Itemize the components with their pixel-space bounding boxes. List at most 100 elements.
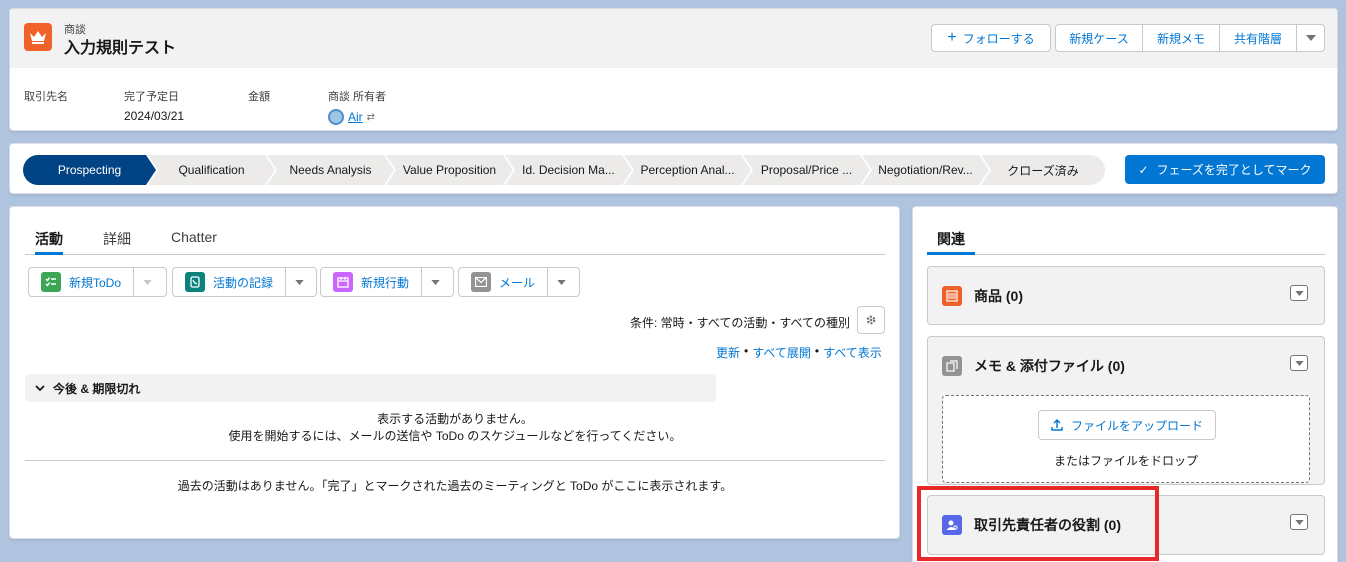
related-list-menu[interactable] bbox=[1290, 285, 1308, 301]
related-list-menu[interactable] bbox=[1290, 355, 1308, 371]
follow-button[interactable]: + フォローする bbox=[931, 24, 1051, 52]
path-stages: Prospecting Qualification Needs Analysis… bbox=[23, 155, 1105, 185]
new-task-dropdown[interactable] bbox=[133, 268, 161, 296]
related-list-title[interactable]: メモ & 添付ファイル (0) bbox=[974, 356, 1125, 376]
new-task-publisher: 新規ToDo bbox=[28, 267, 167, 297]
chevron-down-icon bbox=[143, 279, 152, 285]
avatar bbox=[328, 109, 344, 125]
empty-line-2: 使用を開始するには、メールの送信や ToDo のスケジュールなどを行ってください… bbox=[228, 429, 682, 443]
more-actions-button[interactable] bbox=[1296, 24, 1325, 52]
product-icon bbox=[942, 286, 962, 306]
owner-value: Air ⇄ bbox=[328, 109, 386, 125]
stage-proposal-price[interactable]: Proposal/Price ... bbox=[743, 155, 870, 185]
no-activities-message: 表示する活動がありません。 使用を開始するには、メールの送信や ToDo のスケ… bbox=[25, 411, 885, 445]
new-event-publisher: 新規行動 bbox=[320, 267, 454, 297]
timeline-links: 更新 • すべて展開 • すべて表示 bbox=[716, 344, 882, 361]
mark-complete-label: フェーズを完了としてマーク bbox=[1156, 163, 1312, 177]
stage-value-proposition[interactable]: Value Proposition bbox=[386, 155, 513, 185]
new-event-dropdown[interactable] bbox=[421, 268, 449, 296]
record-title: 入力規則テスト bbox=[64, 40, 177, 57]
new-task-label: 新規ToDo bbox=[69, 275, 122, 290]
calendar-icon bbox=[333, 272, 353, 292]
stage-closed[interactable]: クローズ済み bbox=[981, 155, 1105, 185]
tab-activity[interactable]: 活動 bbox=[35, 225, 63, 255]
chevron-down-icon bbox=[1305, 35, 1316, 41]
files-icon bbox=[942, 356, 962, 376]
related-list-products: 商品 (0) bbox=[927, 266, 1325, 325]
new-case-button[interactable]: 新規ケース bbox=[1055, 24, 1143, 52]
new-event-label: 新規行動 bbox=[361, 275, 410, 290]
email-button[interactable]: メール bbox=[459, 268, 547, 296]
chevron-down-icon bbox=[431, 279, 440, 285]
field-close-date: 完了予定日 2024/03/21 bbox=[124, 88, 184, 123]
separator: • bbox=[744, 344, 749, 358]
opportunity-crown-icon bbox=[24, 23, 52, 51]
stage-perception-analysis[interactable]: Perception Anal... bbox=[624, 155, 751, 185]
new-note-button[interactable]: 新規メモ bbox=[1142, 24, 1220, 52]
change-owner-icon[interactable]: ⇄ bbox=[367, 112, 375, 123]
sharing-hierarchy-button[interactable]: 共有階層 bbox=[1219, 24, 1297, 52]
file-dropzone[interactable]: ファイルをアップロード またはファイルをドロップ bbox=[942, 395, 1310, 483]
related-list-menu[interactable] bbox=[1290, 514, 1308, 530]
email-dropdown[interactable] bbox=[547, 268, 575, 296]
stage-qualification[interactable]: Qualification bbox=[148, 155, 275, 185]
activity-panel: 活動 詳細 Chatter 新規ToDo 活動の記録 新規行動 メール 条件: … bbox=[9, 206, 900, 539]
field-owner: 商談 所有者 Air ⇄ bbox=[328, 88, 386, 125]
view-all-link[interactable]: すべて表示 bbox=[823, 344, 882, 361]
log-call-label: 活動の記録 bbox=[213, 275, 274, 290]
related-list-title[interactable]: 商品 (0) bbox=[974, 286, 1023, 306]
header-top: 商談 入力規則テスト + フォローする 新規ケース 新規メモ 共有階層 bbox=[10, 9, 1337, 68]
highlight-box bbox=[917, 486, 1159, 561]
new-task-button[interactable]: 新規ToDo bbox=[29, 268, 133, 296]
refresh-link[interactable]: 更新 bbox=[716, 344, 740, 361]
upload-label: ファイルをアップロード bbox=[1070, 418, 1203, 433]
chevron-down-icon bbox=[1294, 360, 1304, 366]
related-list-header: メモ & 添付ファイル (0) bbox=[928, 337, 1324, 395]
empty-line-1: 表示する活動がありません。 bbox=[377, 412, 533, 426]
tab-details[interactable]: 詳細 bbox=[103, 225, 131, 254]
related-list-notes-attachments: メモ & 添付ファイル (0) ファイルをアップロード またはファイルをドロップ bbox=[927, 336, 1325, 485]
email-label: メール bbox=[499, 275, 536, 290]
log-call-publisher: 活動の記録 bbox=[172, 267, 317, 297]
field-amount: 金額 bbox=[248, 88, 270, 104]
stage-id-decision-makers[interactable]: Id. Decision Ma... bbox=[505, 155, 632, 185]
chevron-down-icon bbox=[1294, 519, 1304, 525]
stage-prospecting[interactable]: Prospecting bbox=[23, 155, 156, 185]
filter-settings-button[interactable] bbox=[857, 306, 885, 334]
upload-icon bbox=[1051, 419, 1063, 431]
field-label: 取引先名 bbox=[24, 91, 68, 103]
record-header: 商談 入力規則テスト + フォローする 新規ケース 新規メモ 共有階層 取引先名… bbox=[9, 8, 1338, 131]
phone-icon bbox=[185, 272, 205, 292]
chevron-down-icon bbox=[1294, 290, 1304, 296]
tab-chatter[interactable]: Chatter bbox=[171, 225, 217, 254]
field-account-name: 取引先名 bbox=[24, 88, 68, 104]
field-value: 2024/03/21 bbox=[124, 109, 185, 123]
stage-needs-analysis[interactable]: Needs Analysis bbox=[267, 155, 394, 185]
field-label: 完了予定日 bbox=[124, 91, 179, 103]
separator: • bbox=[814, 344, 820, 358]
chevron-down-icon bbox=[35, 384, 45, 391]
log-call-button[interactable]: 活動の記録 bbox=[173, 268, 285, 296]
chevron-down-icon bbox=[557, 279, 566, 285]
drop-files-text: またはファイルをドロップ bbox=[1053, 454, 1198, 468]
upcoming-overdue-section[interactable]: 今後 & 期限切れ bbox=[25, 374, 716, 402]
mark-stage-complete-button[interactable]: ✓ フェーズを完了としてマーク bbox=[1125, 155, 1325, 184]
expand-all-link[interactable]: すべて展開 bbox=[752, 344, 811, 361]
gear-icon bbox=[866, 315, 876, 325]
field-label: 商談 所有者 bbox=[328, 91, 387, 103]
log-call-dropdown[interactable] bbox=[285, 268, 313, 296]
chevron-down-icon bbox=[295, 279, 304, 285]
owner-link[interactable]: Air bbox=[348, 110, 363, 124]
field-label: 金額 bbox=[248, 91, 270, 103]
related-tabs: 関連 bbox=[927, 225, 1325, 255]
upload-files-button[interactable]: ファイルをアップロード bbox=[1038, 410, 1216, 440]
plus-icon: + bbox=[947, 29, 957, 46]
divider bbox=[25, 460, 885, 461]
no-past-activities-message: 過去の活動はありません。「完了」とマークされた過去のミーティングと ToDo が… bbox=[177, 479, 733, 493]
email-publisher: メール bbox=[458, 267, 580, 297]
follow-label: フォローする bbox=[962, 31, 1035, 46]
section-title: 今後 & 期限切れ bbox=[53, 381, 141, 396]
stage-negotiation-review[interactable]: Negotiation/Rev... bbox=[862, 155, 989, 185]
new-event-button[interactable]: 新規行動 bbox=[321, 268, 421, 296]
tab-related[interactable]: 関連 bbox=[927, 225, 975, 255]
